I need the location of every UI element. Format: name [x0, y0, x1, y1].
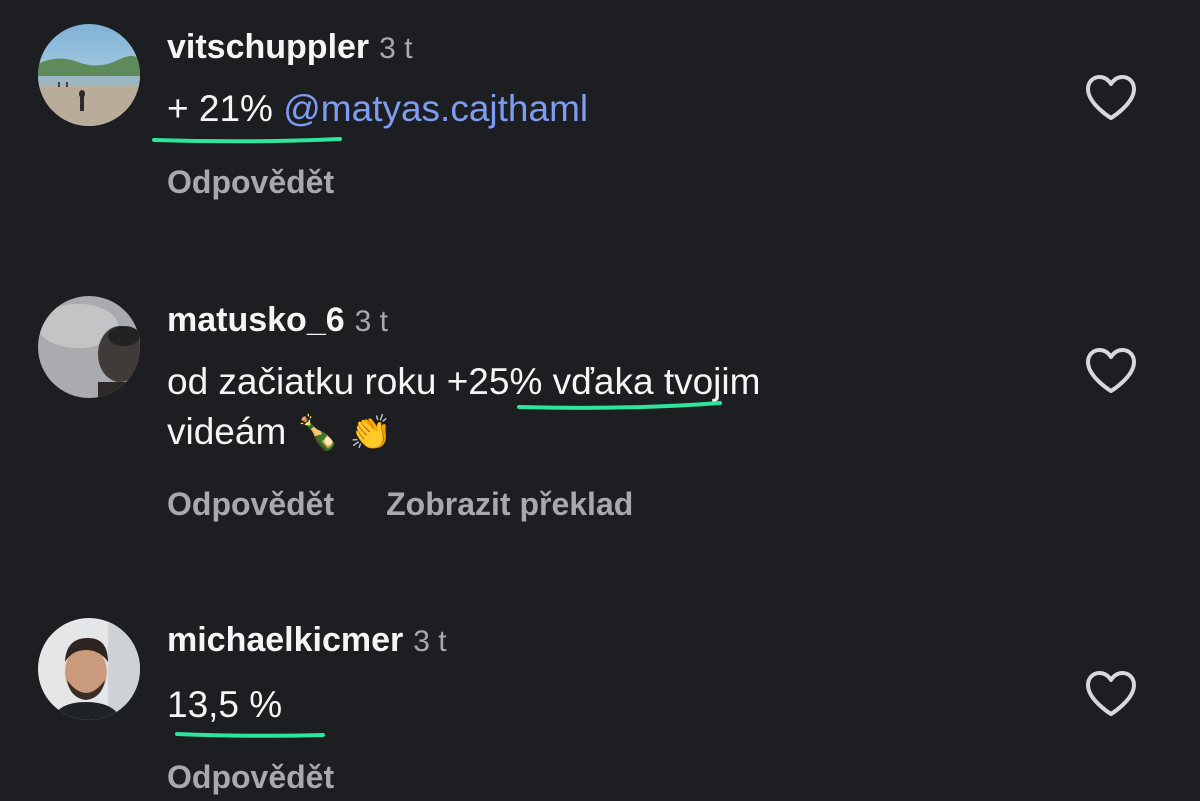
- username[interactable]: vitschuppler: [167, 28, 369, 66]
- timestamp: 3 t: [413, 625, 447, 658]
- heart-outline-icon[interactable]: [1084, 347, 1138, 395]
- username[interactable]: michaelkicmer: [167, 621, 403, 659]
- avatar-man-photo: [38, 618, 140, 720]
- comment-header: matusko_6 3 t: [167, 303, 388, 337]
- reply-button[interactable]: Odpovědět: [167, 759, 334, 795]
- comment-header: michaelkicmer 3 t: [167, 623, 447, 657]
- timestamp: 3 t: [354, 305, 388, 338]
- emoji-champagne-clap: 🍾 👏: [296, 413, 393, 453]
- comment-text: 13,5 %: [167, 680, 282, 730]
- comment-text-line: od začiatku roku +25% vďaka tvojim: [167, 361, 761, 402]
- comment-actions: Odpovědět Zobrazit překlad: [167, 488, 633, 520]
- comment-text: od začiatku roku +25% vďaka tvojim videá…: [167, 357, 760, 458]
- avatar[interactable]: [38, 618, 140, 720]
- heart-outline-icon[interactable]: [1084, 670, 1138, 718]
- mention-link[interactable]: @matyas.cajthaml: [283, 88, 588, 129]
- comments-list: vitschuppler 3 t + 21% @matyas.cajthaml O…: [0, 0, 1200, 801]
- reply-button[interactable]: Odpovědět: [167, 486, 334, 522]
- avatar-person-photo: [38, 296, 140, 398]
- timestamp: 3 t: [379, 32, 413, 65]
- avatar-beach-photo: [38, 24, 140, 126]
- avatar[interactable]: [38, 296, 140, 398]
- heart-outline-icon[interactable]: [1084, 74, 1138, 122]
- see-translation-button[interactable]: Zobrazit překlad: [386, 486, 633, 522]
- comment-header: vitschuppler 3 t: [167, 30, 413, 64]
- comment-text: + 21% @matyas.cajthaml: [167, 84, 588, 134]
- reply-button[interactable]: Odpovědět: [167, 164, 334, 200]
- comment-text-line: videám 🍾 👏: [167, 407, 760, 458]
- comment-text-word: videám: [167, 411, 287, 452]
- comment-actions: Odpovědět: [167, 761, 334, 793]
- comment-text-plain: + 21%: [167, 88, 284, 129]
- avatar[interactable]: [38, 24, 140, 126]
- username[interactable]: matusko_6: [167, 301, 345, 339]
- comment-text-plain: 13,5 %: [167, 684, 283, 725]
- comment-actions: Odpovědět: [167, 166, 334, 198]
